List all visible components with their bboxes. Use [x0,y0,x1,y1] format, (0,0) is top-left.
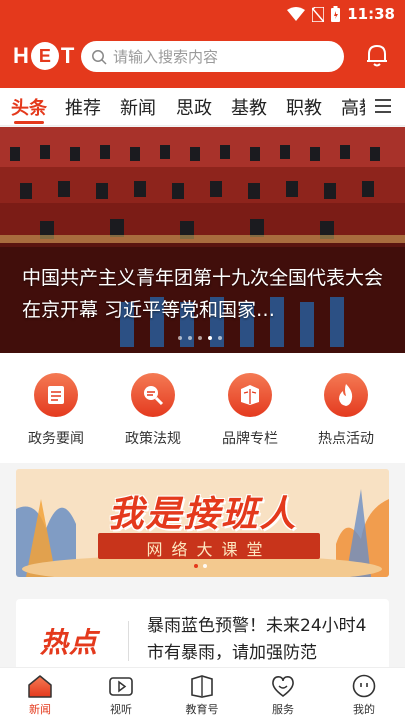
book-icon [191,675,213,698]
promo-banner[interactable]: 我是接班人 网络大课堂 [16,469,389,577]
promo-pagination [194,564,207,568]
pagination-dot-active [208,336,212,340]
pagination-dot [203,564,207,568]
tab-news[interactable]: 新闻 [120,94,156,120]
active-tab-indicator [14,121,44,124]
flame-icon [324,373,368,417]
quick-link-label: 政策法规 [125,431,181,447]
status-time: 11:38 [347,5,395,23]
search-icon [92,49,107,65]
pagination-dot-active [194,564,198,568]
logo-letter-e: E [30,42,59,70]
promo-title: 我是接班人 [107,494,298,535]
tab-headline[interactable]: 头条 [11,94,47,120]
menu-icon[interactable] [375,99,391,113]
divider [128,621,129,661]
book-icon [228,373,272,417]
nav-label: 服务 [272,703,294,716]
hot-news-text: 暴雨蓝色预警！未来24小时4市有暴雨，请加强防范 [147,616,367,663]
no-sim-icon [312,6,325,22]
app-header: 11:38 H E T [0,0,405,88]
logo-letter-t: T [60,43,75,68]
nav-education-account[interactable]: 教育号 [172,673,232,717]
quick-link-policy[interactable]: 政策法规 [113,373,193,448]
promo-subtitle: 网络大课堂 [146,540,272,559]
quick-link-hot-activities[interactable]: 热点活动 [306,373,386,448]
nav-news[interactable]: 新闻 [10,673,70,717]
hot-news-card[interactable]: 热点 暴雨蓝色预警！未来24小时4市有暴雨，请加强防范 [16,599,389,671]
video-icon [109,677,133,696]
search-input[interactable] [113,47,333,66]
service-icon [272,676,294,697]
nav-label: 新闻 [29,703,51,716]
quick-link-label: 政务要闻 [28,431,84,447]
wifi-icon [287,7,306,21]
quick-link-label: 热点活动 [318,431,374,447]
nav-video[interactable]: 视听 [91,673,151,717]
quick-link-label: 品牌专栏 [222,431,278,447]
pagination-dot [178,336,182,340]
tab-basic-education[interactable]: 基教 [231,94,267,120]
logo-letter-h: H [13,43,29,68]
quick-links: 政务要闻 政策法规 品牌专栏 热点活动 [0,353,405,463]
search-doc-icon [131,373,175,417]
bottom-navigation: 新闻 视听 教育号 服务 我的 [0,667,405,720]
quick-link-government-news[interactable]: 政务要闻 [16,373,96,448]
banner-title: 中国共产主义青年团第十九次全国代表大会在京开幕 习近平等党和国家… [22,267,384,321]
nav-label: 教育号 [185,703,219,716]
quick-link-brand-column[interactable]: 品牌专栏 [210,373,290,448]
nav-profile[interactable]: 我的 [334,673,394,717]
nav-label: 视听 [110,703,132,716]
search-bar[interactable] [81,41,344,72]
category-tabs: 头条 推荐 新闻 思政 基教 职教 高教 [0,88,405,126]
hot-logo: 热点 [40,626,99,659]
pagination-dot [198,336,202,340]
tab-vocational[interactable]: 职教 [286,94,322,120]
nav-label: 我的 [353,703,375,716]
banner-pagination [178,336,222,340]
home-icon [28,675,52,698]
tab-higher-education[interactable]: 高教 [341,94,365,120]
tab-recommend[interactable]: 推荐 [65,94,101,120]
bell-icon[interactable] [364,42,390,68]
het-logo[interactable]: H E T [13,42,74,70]
pagination-dot [218,336,222,340]
battery-icon [331,6,341,22]
tab-ideology[interactable]: 思政 [176,94,212,120]
headline-banner[interactable]: 中国共产主义青年团第十九次全国代表大会在京开幕 习近平等党和国家… [0,127,405,353]
document-icon [34,373,78,417]
nav-service[interactable]: 服务 [253,673,313,717]
pagination-dot [188,336,192,340]
status-bar: 11:38 [0,0,405,28]
profile-icon [352,674,376,698]
